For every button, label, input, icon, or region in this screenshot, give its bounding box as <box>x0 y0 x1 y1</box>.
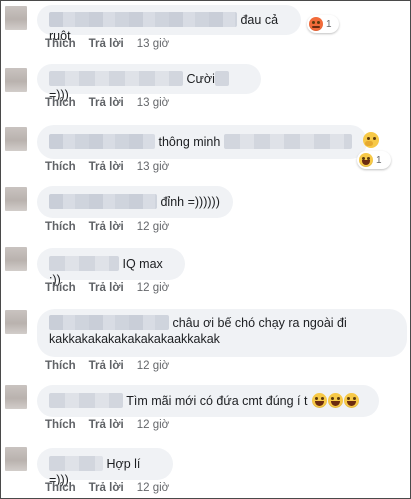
reply-link[interactable]: Trả lời <box>89 282 124 294</box>
like-link[interactable]: Thích <box>45 38 76 50</box>
avatar[interactable] <box>5 127 27 151</box>
comment-text-line2: kakkakakakakakakakaakkakak <box>49 332 220 346</box>
blurred-username[interactable] <box>49 256 119 271</box>
comment-text: thông minh <box>158 135 221 149</box>
comment-meta: Thích Trả lời 13 giờ <box>45 97 169 109</box>
reply-link[interactable]: Trả lời <box>89 97 124 109</box>
reply-link[interactable]: Trả lời <box>89 221 124 233</box>
thinking-emoji-icon <box>363 132 379 148</box>
comment-meta: Thích Trả lời 13 giờ <box>45 161 169 173</box>
timestamp[interactable]: 12 giờ <box>137 221 169 233</box>
avatar[interactable] <box>5 310 27 334</box>
comment-meta: Thích Trả lời 12 giờ <box>45 221 169 233</box>
avatar[interactable] <box>5 247 27 271</box>
blurred-username[interactable] <box>49 393 123 408</box>
avatar[interactable] <box>5 6 27 30</box>
timestamp[interactable]: 12 giờ <box>137 360 169 372</box>
timestamp[interactable]: 13 giờ <box>137 38 169 50</box>
comment-text: châu ơi bế chó chạy ra ngoài đi <box>172 316 347 330</box>
reply-link[interactable]: Trả lời <box>89 161 124 173</box>
timestamp[interactable]: 13 giờ <box>137 97 169 109</box>
comment-text: Cười <box>186 72 215 86</box>
blurred-username[interactable] <box>49 71 183 86</box>
blurred-text <box>223 134 352 149</box>
reaction-count: 1 <box>326 18 332 30</box>
comment-meta: Thích Trả lời 12 giờ <box>45 482 169 494</box>
comment-bubble: thông minh <box>37 125 367 159</box>
avatar[interactable] <box>5 187 27 211</box>
comment-bubble: Cười =))) <box>37 64 261 102</box>
reaction-count: 1 <box>376 154 382 166</box>
reply-link[interactable]: Trả lời <box>89 360 124 372</box>
avatar[interactable] <box>5 385 27 409</box>
comment-text: đỉnh =)))))) <box>160 195 220 209</box>
reaction-badge[interactable]: 1 <box>357 151 391 169</box>
timestamp[interactable]: 12 giờ <box>137 482 169 494</box>
comment-text: Tìm mãi mới có đứa cmt đúng í t <box>126 394 308 408</box>
laughing-emoji-icon <box>327 393 343 408</box>
blurred-username[interactable] <box>49 194 157 209</box>
laughing-emoji-icon <box>311 393 327 408</box>
reply-link[interactable]: Trả lời <box>89 482 124 494</box>
avatar[interactable] <box>5 68 27 92</box>
comment-bubble: đau cả ruột <box>37 5 301 43</box>
like-link[interactable]: Thích <box>45 161 76 173</box>
reaction-badge[interactable]: 1 <box>307 15 339 33</box>
like-link[interactable]: Thích <box>45 282 76 294</box>
reply-link[interactable]: Trả lời <box>89 38 124 50</box>
like-link[interactable]: Thích <box>45 97 76 109</box>
timestamp[interactable]: 13 giờ <box>137 161 169 173</box>
timestamp[interactable]: 12 giờ <box>137 282 169 294</box>
reply-link[interactable]: Trả lời <box>89 419 124 431</box>
comment-bubble: Hợp lí =))) <box>37 448 173 487</box>
laughing-emoji-icon <box>343 393 359 408</box>
comment-bubble: Tìm mãi mới có đứa cmt đúng í t <box>37 385 379 417</box>
like-link[interactable]: Thích <box>45 419 76 431</box>
comment-bubble: IQ max :)) <box>37 248 185 287</box>
comment-meta: Thích Trả lời 12 giờ <box>45 282 169 294</box>
blurred-text <box>214 71 229 86</box>
like-link[interactable]: Thích <box>45 482 76 494</box>
timestamp[interactable]: 12 giờ <box>137 419 169 431</box>
like-link[interactable]: Thích <box>45 360 76 372</box>
blurred-username[interactable] <box>49 456 103 471</box>
laughing-emoji-icon <box>359 153 373 167</box>
blurred-username[interactable] <box>49 315 169 330</box>
comment-meta: Thích Trả lời 13 giờ <box>45 38 169 50</box>
comment-meta: Thích Trả lời 12 giờ <box>45 419 169 431</box>
blurred-username[interactable] <box>49 134 155 149</box>
comment-meta: Thích Trả lời 12 giờ <box>45 360 169 372</box>
comment-bubble: đỉnh =)))))) <box>37 186 233 218</box>
blurred-username[interactable] <box>49 12 237 27</box>
like-link[interactable]: Thích <box>45 221 76 233</box>
angry-emoji-icon <box>309 17 323 31</box>
avatar[interactable] <box>5 447 27 471</box>
comment-bubble: châu ơi bế chó chạy ra ngoài đi kakkakak… <box>37 309 407 357</box>
